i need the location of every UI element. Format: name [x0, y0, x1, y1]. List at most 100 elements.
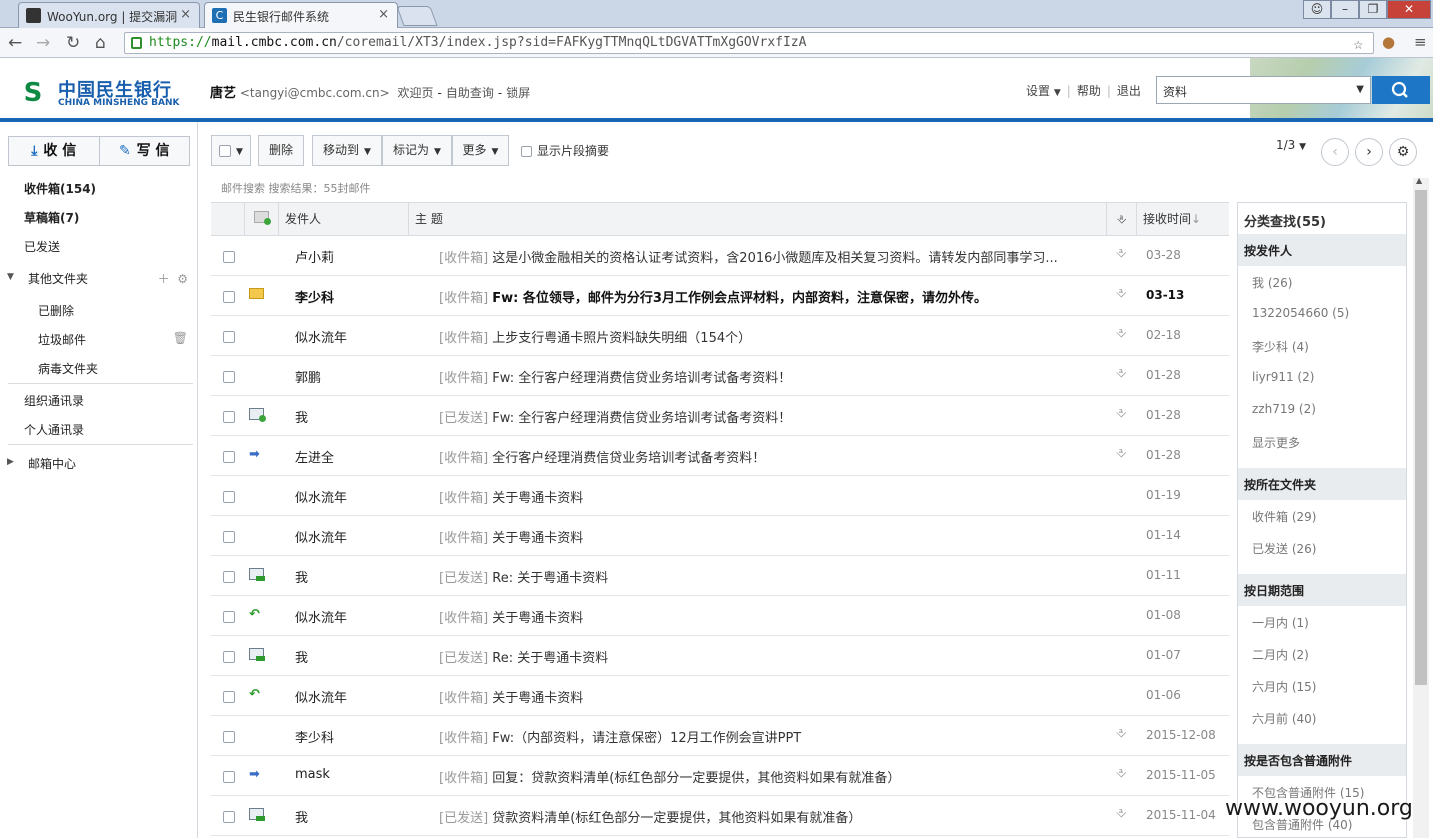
header-subject[interactable]: 主 题: [409, 203, 1107, 235]
expand-right-icon[interactable]: ▶: [7, 457, 14, 467]
select-all-dropdown[interactable]: ▼: [211, 135, 251, 166]
more-button[interactable]: 更多 ▼: [452, 135, 509, 166]
row-subject[interactable]: [收件箱] Fw: 各位领导，邮件为分行3月工作例会点评材料，内部资料，注意保密…: [439, 287, 1099, 306]
row-subject[interactable]: [收件箱] 关于粤通卡资料: [439, 607, 1099, 626]
page-selector[interactable]: 1/3 ▼: [1276, 138, 1306, 152]
facet-item[interactable]: 李少科 (4): [1252, 338, 1309, 355]
row-checkbox[interactable]: [223, 809, 235, 824]
sidebar-item-deleted[interactable]: 已删除: [0, 302, 198, 319]
header-time[interactable]: 接收时间↓: [1137, 203, 1229, 235]
logout-link[interactable]: 退出: [1117, 84, 1141, 98]
row-subject[interactable]: [收件箱] 关于粤通卡资料: [439, 487, 1099, 506]
scroll-up-icon[interactable]: ▲: [1416, 176, 1422, 185]
facet-item[interactable]: 已发送 (26): [1252, 540, 1316, 557]
row-subject[interactable]: [收件箱] 上步支行粤通卡照片资料缺失明细（154个）: [439, 327, 1099, 346]
row-checkbox[interactable]: [223, 489, 235, 504]
checkbox[interactable]: [223, 810, 235, 823]
row-subject[interactable]: [已发送] Fw: 全行客户经理消费信贷业务培训考试备考资料！: [439, 407, 1099, 426]
lock-screen-link[interactable]: 锁屏: [506, 86, 530, 100]
scroll-thumb[interactable]: [1415, 190, 1427, 685]
row-subject[interactable]: [收件箱] 关于粤通卡资料: [439, 527, 1099, 546]
sidebar-item-mail-center[interactable]: ▶ 邮箱中心: [0, 455, 198, 472]
add-folder-icon[interactable]: ＋: [158, 272, 170, 286]
checkbox[interactable]: [223, 290, 235, 303]
row-checkbox[interactable]: [223, 729, 235, 744]
table-row[interactable]: ➡ 左进全 [收件箱] 全行客户经理消费信贷业务培训考试备考资料！ ⎀ 01-28: [211, 436, 1229, 476]
user-icon[interactable]: ☺: [1303, 0, 1331, 19]
checkbox[interactable]: [223, 490, 235, 503]
row-checkbox[interactable]: [223, 249, 235, 264]
table-row[interactable]: 我 [已发送] 贷款资料清单(标红色部分一定要提供，其他资料如果有就准备） ⎀ 201…: [211, 796, 1229, 836]
sidebar-item-sent[interactable]: 已发送: [0, 238, 198, 255]
row-subject[interactable]: [收件箱] 这是小微金融相关的资格认证考试资料，含2016小微题库及相关复习资料…: [439, 247, 1099, 266]
search-button[interactable]: [1372, 76, 1430, 104]
row-subject[interactable]: [收件箱] 全行客户经理消费信贷业务培训考试备考资料！: [439, 447, 1099, 466]
table-row[interactable]: 我 [已发送] Fw: 全行客户经理消费信贷业务培训考试备考资料！ ⎀ 01-28: [211, 396, 1229, 436]
back-icon[interactable]: ←: [8, 33, 22, 53]
row-checkbox[interactable]: [223, 769, 235, 784]
tab-cmbc-mail[interactable]: C 民生银行邮件系统 ×: [204, 2, 398, 29]
table-row[interactable]: 似水流年 [收件箱] 关于粤通卡资料 01-14: [211, 516, 1229, 556]
table-row[interactable]: 我 [已发送] Re: 关于粤通卡资料 01-07: [211, 636, 1229, 676]
new-tab-button[interactable]: [396, 6, 438, 26]
facet-item[interactable]: 1322054660 (5): [1252, 306, 1349, 320]
row-subject[interactable]: [已发送] Re: 关于粤通卡资料: [439, 567, 1099, 586]
facet-item[interactable]: 二月内 (2): [1252, 646, 1309, 663]
table-row[interactable]: ↶ 似水流年 [收件箱] 关于粤通卡资料 01-06: [211, 676, 1229, 716]
mark-as-button[interactable]: 标记为 ▼: [382, 135, 452, 166]
row-checkbox[interactable]: [223, 609, 235, 624]
sidebar-item-virus[interactable]: 病毒文件夹: [0, 360, 198, 377]
header-attachment[interactable]: ⎀: [1107, 203, 1137, 235]
bookmark-star-icon[interactable]: ☆: [1353, 34, 1363, 53]
help-link[interactable]: 帮助: [1077, 84, 1101, 98]
facet-item[interactable]: 收件箱 (29): [1252, 508, 1316, 525]
cookie-extension-icon[interactable]: ●: [1382, 33, 1395, 51]
row-checkbox[interactable]: [223, 329, 235, 344]
table-row[interactable]: ↶ 似水流年 [收件箱] 关于粤通卡资料 01-08: [211, 596, 1229, 636]
show-snippet-checkbox[interactable]: [521, 146, 532, 157]
facet-item[interactable]: 一月内 (1): [1252, 614, 1309, 631]
table-row[interactable]: ➡ mask [收件箱] 回复：贷款资料清单(标红色部分一定要提供，其他资料如果有就…: [211, 756, 1229, 796]
search-input[interactable]: 资料 ▼: [1156, 76, 1371, 104]
table-row[interactable]: 似水流年 [收件箱] 关于粤通卡资料 01-19: [211, 476, 1229, 516]
chevron-down-icon[interactable]: ▼: [1356, 84, 1364, 95]
gear-icon[interactable]: ⚙: [177, 272, 188, 286]
facet-item[interactable]: 六月前 (40): [1252, 710, 1316, 727]
forward-icon[interactable]: →: [36, 33, 50, 53]
facet-item[interactable]: 我 (26): [1252, 274, 1292, 291]
tab-wooyun[interactable]: WooYun.org | 提交漏洞 ×: [18, 2, 200, 28]
close-window-icon[interactable]: ✕: [1387, 0, 1431, 19]
row-checkbox[interactable]: [223, 409, 235, 424]
restore-icon[interactable]: ❐: [1359, 0, 1387, 19]
delete-button[interactable]: 删除: [258, 135, 304, 166]
welcome-link[interactable]: 欢迎页: [397, 86, 433, 100]
sidebar-item-inbox[interactable]: 收件箱(154): [0, 180, 198, 197]
facet-item[interactable]: zzh719 (2): [1252, 402, 1316, 416]
prev-page-button[interactable]: ‹: [1321, 138, 1349, 166]
compose-button[interactable]: ✎ 写 信: [98, 136, 190, 166]
minimize-icon[interactable]: –: [1331, 0, 1359, 19]
row-subject[interactable]: [收件箱] Fw:（内部资料，请注意保密）12月工作例会宣讲PPT: [439, 727, 1099, 746]
self-service-link[interactable]: 自助查询: [446, 86, 494, 100]
table-row[interactable]: 郭鹏 [收件箱] Fw: 全行客户经理消费信贷业务培训考试备考资料！ ⎀ 01-28: [211, 356, 1229, 396]
table-row[interactable]: 卢小莉 [收件箱] 这是小微金融相关的资格认证考试资料，含2016小微题库及相关复…: [211, 236, 1229, 276]
row-checkbox[interactable]: [223, 569, 235, 584]
trash-icon[interactable]: 🗑: [173, 331, 188, 345]
url-input[interactable]: https://mail.cmbc.com.cn/coremail/XT3/in…: [124, 32, 1374, 54]
row-checkbox[interactable]: [223, 289, 235, 304]
receive-button[interactable]: ⤓ 收 信: [8, 136, 99, 166]
sidebar-item-junk[interactable]: 垃圾邮件 🗑: [0, 331, 198, 348]
checkbox[interactable]: [223, 570, 235, 583]
table-row[interactable]: 李少科 [收件箱] Fw:（内部资料，请注意保密）12月工作例会宣讲PPT ⎀ 201…: [211, 716, 1229, 756]
reload-icon[interactable]: ↻: [66, 33, 80, 53]
row-checkbox[interactable]: [223, 369, 235, 384]
checkbox[interactable]: [223, 250, 235, 263]
vertical-scrollbar[interactable]: ▲: [1413, 176, 1429, 838]
header-sender[interactable]: 发件人: [279, 203, 409, 235]
row-checkbox[interactable]: [223, 689, 235, 704]
settings-link[interactable]: 设置: [1026, 84, 1050, 98]
show-snippet-toggle[interactable]: 显示片段摘要: [521, 142, 609, 159]
checkbox[interactable]: [223, 450, 235, 463]
next-page-button[interactable]: ›: [1355, 138, 1383, 166]
checkbox[interactable]: [223, 770, 235, 783]
